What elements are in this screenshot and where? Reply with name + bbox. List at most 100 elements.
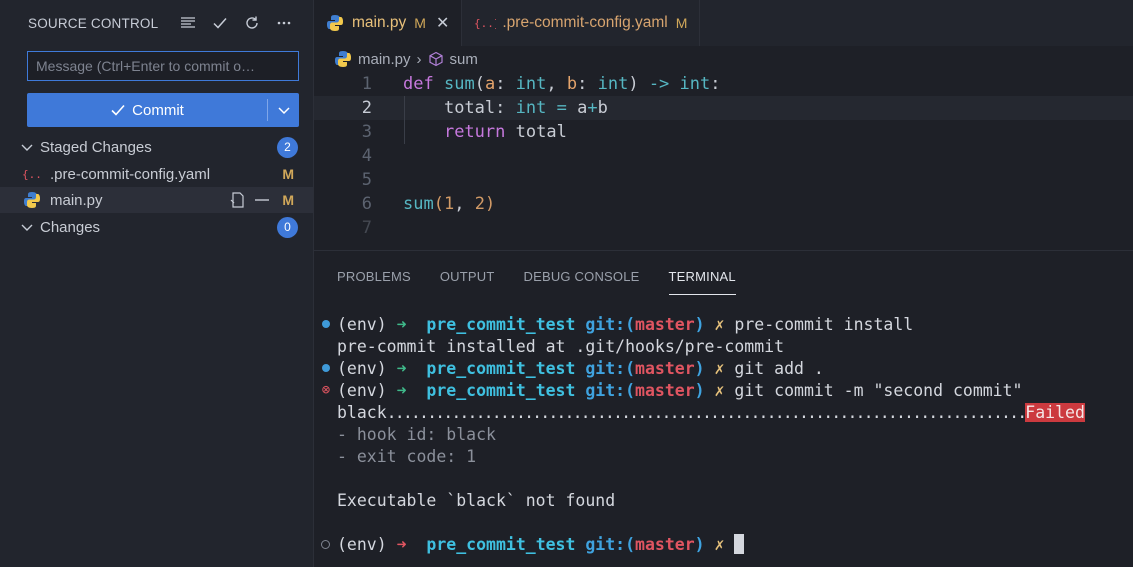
arrow-icon: ➜ <box>396 534 407 554</box>
arrow-icon: ➜ <box>396 358 407 378</box>
prompt-branch: master <box>635 534 695 554</box>
commit-button-group: Commit <box>27 93 299 127</box>
dirty-mark: ✗ <box>714 314 725 334</box>
arrow-icon: ➜ <box>396 314 407 334</box>
tab-main-py[interactable]: main.py M ✕ <box>314 0 463 46</box>
tab-terminal[interactable]: TERMINAL <box>668 269 736 295</box>
staged-file-precommit-config[interactable]: {..} .pre-commit-config.yaml M <box>0 161 313 187</box>
file-name: .pre-commit-config.yaml <box>50 165 211 183</box>
prompt-dir: pre_commit_test <box>426 314 576 334</box>
prompt-env: (env) <box>337 358 387 378</box>
prompt-branch: master <box>635 314 695 334</box>
prompt-git: git:( <box>585 314 636 334</box>
code-line: 7 <box>314 216 1133 240</box>
line-text: sum(1, 2) <box>403 194 496 214</box>
line-number: 1 <box>361 74 372 94</box>
terminal-line: - hook id: black <box>314 423 1133 445</box>
prompt-git-close: ) <box>694 358 705 378</box>
svg-text:{..}: {..} <box>22 168 42 181</box>
commit-check-icon[interactable] <box>209 12 231 34</box>
breadcrumb-file[interactable]: main.py <box>358 51 411 68</box>
row-actions <box>229 191 271 209</box>
terminal-line: (env) ➜ pre_commit_test git:(master) ✗ g… <box>314 357 1133 379</box>
success-dot-icon <box>322 320 330 328</box>
hook-failed-badge: Failed <box>1025 402 1085 422</box>
staged-count-badge: 2 <box>277 136 298 158</box>
chevron-down-icon <box>20 220 34 234</box>
code-line: 2 total: int = a+b <box>314 96 1133 120</box>
prompt-git-close: ) <box>694 534 705 554</box>
code-editor[interactable]: 1 def sum(a: int, b: int) -> int: 2 tota… <box>314 72 1133 250</box>
terminal-line: (env) ➜ pre_commit_test git:(master) ✗ <box>314 533 1133 555</box>
refresh-icon[interactable] <box>241 12 263 34</box>
prompt-dir: pre_commit_test <box>426 380 576 400</box>
command-text: pre-commit install <box>734 314 914 334</box>
line-number: 7 <box>361 218 372 238</box>
commit-dropdown-button[interactable] <box>268 93 299 127</box>
unstage-icon[interactable] <box>253 191 271 209</box>
tab-label: .pre-commit-config.yaml <box>502 14 668 31</box>
prompt-git: git:( <box>585 534 636 554</box>
prompt-git-close: ) <box>694 314 705 334</box>
prompt-branch: master <box>635 380 695 400</box>
terminal-line: pre-commit installed at .git/hooks/pre-c… <box>314 335 1133 357</box>
yaml-icon: {..} <box>474 17 496 30</box>
sidebar-title: SOURCE CONTROL <box>28 15 159 31</box>
terminal-cursor <box>734 534 745 554</box>
terminal-line: black...................................… <box>314 401 1133 423</box>
output-text: - exit code: 1 <box>337 446 477 466</box>
tab-precommit-config[interactable]: {..} .pre-commit-config.yaml M <box>462 0 701 46</box>
arrow-icon: ➜ <box>396 380 407 400</box>
pending-dot-icon <box>321 539 330 549</box>
terminal-line: Executable `black` not found <box>314 489 1133 511</box>
changes-header[interactable]: Changes 0 <box>0 214 313 240</box>
tab-label: main.py <box>352 14 407 31</box>
panel-tabs: PROBLEMS OUTPUT DEBUG CONSOLE TERMINAL <box>314 251 1133 295</box>
command-text: git add . <box>734 358 824 378</box>
terminal-output[interactable]: (env) ➜ pre_commit_test git:(master) ✗ p… <box>314 313 1133 555</box>
code-line: 5 <box>314 168 1133 192</box>
terminal-line: - exit code: 1 <box>314 445 1133 467</box>
view-as-tree-icon[interactable] <box>177 12 199 34</box>
commit-button-label: Commit <box>132 101 184 119</box>
modified-status: M <box>282 192 294 208</box>
success-dot-icon <box>322 364 330 372</box>
code-line: 1 def sum(a: int, b: int) -> int: <box>314 72 1133 96</box>
python-icon <box>22 190 42 210</box>
tab-problems[interactable]: PROBLEMS <box>337 269 411 295</box>
commit-message-input[interactable] <box>27 51 299 81</box>
line-number: 2 <box>361 98 372 118</box>
output-text: pre-commit installed at .git/hooks/pre-c… <box>337 336 785 356</box>
svg-text:{..}: {..} <box>474 17 496 30</box>
open-file-icon[interactable] <box>229 191 247 209</box>
tab-output[interactable]: OUTPUT <box>440 269 495 295</box>
line-text: return total <box>443 122 567 142</box>
terminal-line: ⊗ (env) ➜ pre_commit_test git:(master) ✗ … <box>314 379 1133 401</box>
dirty-mark: ✗ <box>714 534 725 554</box>
dirty-mark: ✗ <box>714 380 725 400</box>
prompt-env: (env) <box>337 534 387 554</box>
chevron-down-icon <box>277 107 290 115</box>
code-line: 3 return total <box>314 120 1133 144</box>
line-number: 6 <box>361 194 372 214</box>
close-icon[interactable]: ✕ <box>436 13 449 33</box>
prompt-branch: master <box>635 358 695 378</box>
command-text: git commit -m "second commit" <box>734 380 1023 400</box>
staged-changes-header[interactable]: Staged Changes 2 <box>0 134 313 160</box>
indent-guide <box>404 96 405 120</box>
hook-dots: ........................................… <box>386 402 1027 422</box>
file-name: main.py <box>50 191 103 209</box>
line-text: total: int = a+b <box>443 98 608 118</box>
tab-debug-console[interactable]: DEBUG CONSOLE <box>524 269 640 295</box>
staged-file-main-py[interactable]: main.py M <box>0 187 313 213</box>
breadcrumb-symbol[interactable]: sum <box>450 51 478 68</box>
output-text: Executable `black` not found <box>337 490 616 510</box>
more-actions-icon[interactable] <box>273 12 295 34</box>
prompt-git-close: ) <box>694 380 705 400</box>
line-text: def sum(a: int, b: int) -> int: <box>403 74 721 94</box>
prompt-env: (env) <box>337 314 387 334</box>
line-number: 4 <box>361 146 372 166</box>
commit-button[interactable]: Commit <box>27 93 267 127</box>
modified-status: M <box>414 15 426 31</box>
error-icon: ⊗ <box>321 382 331 398</box>
